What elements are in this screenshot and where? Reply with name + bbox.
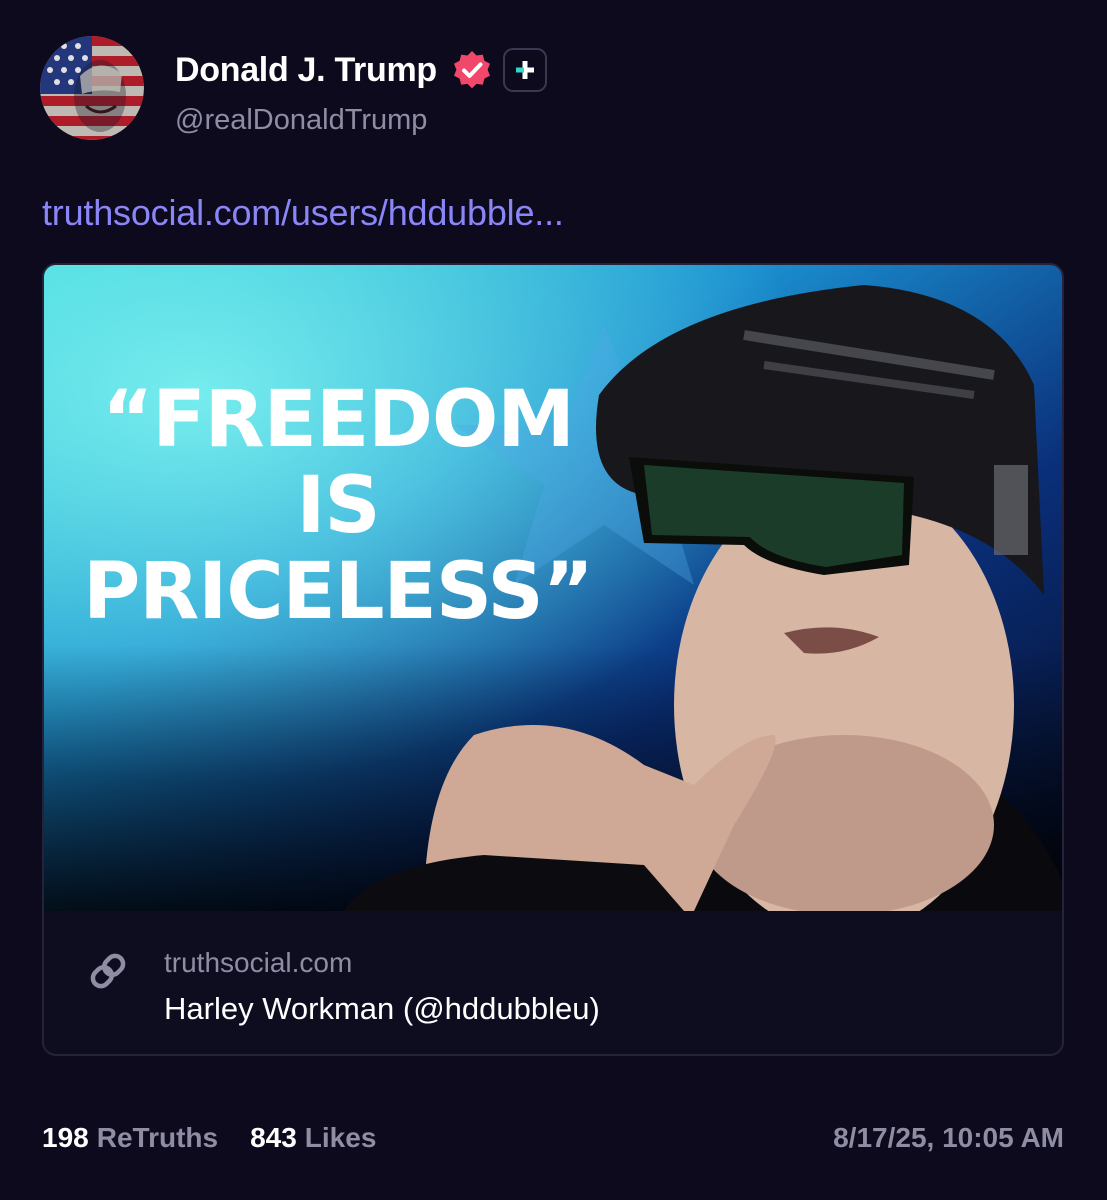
post-link[interactable]: truthsocial.com/users/hddubble... [42,192,564,234]
image-quote-line: IS [296,461,380,551]
retruths-stat[interactable]: 198 ReTruths [42,1122,218,1154]
link-icon [86,949,130,993]
plus-icon[interactable] [502,48,547,92]
likes-label: Likes [304,1122,377,1153]
retruths-count: 198 [42,1122,89,1153]
preview-title[interactable]: Harley Workman (@hddubbleu) [164,991,600,1027]
post-footer: 198 ReTruths 843 Likes 8/17/25, 10:05 AM [42,1122,1064,1154]
avatar[interactable] [40,36,144,140]
display-name[interactable]: Donald J. Trump [175,51,437,90]
image-quote: “FREEDOM IS PRICELESS” [78,377,598,635]
likes-stat[interactable]: 843 Likes [250,1122,376,1154]
truth-post: Donald J. Trump @realDonaldTrump truthso… [0,0,1107,1200]
preview-meta: truthsocial.com Harley Workman (@hddubbl… [44,911,1062,1054]
post-timestamp[interactable]: 8/17/25, 10:05 AM [833,1122,1064,1154]
user-handle[interactable]: @realDonaldTrump [175,104,547,137]
likes-count: 843 [250,1122,297,1153]
image-quote-line: PRICELESS” [83,547,594,637]
link-preview-card[interactable]: “FREEDOM IS PRICELESS” truthsocial.com H… [42,263,1064,1056]
preview-image: “FREEDOM IS PRICELESS” [44,265,1062,911]
verified-badge-icon [451,49,493,91]
retruths-label: ReTruths [96,1122,219,1153]
post-header: Donald J. Trump @realDonaldTrump [40,36,547,140]
preview-domain: truthsocial.com [164,947,353,978]
image-quote-line: “FREEDOM [102,375,575,465]
